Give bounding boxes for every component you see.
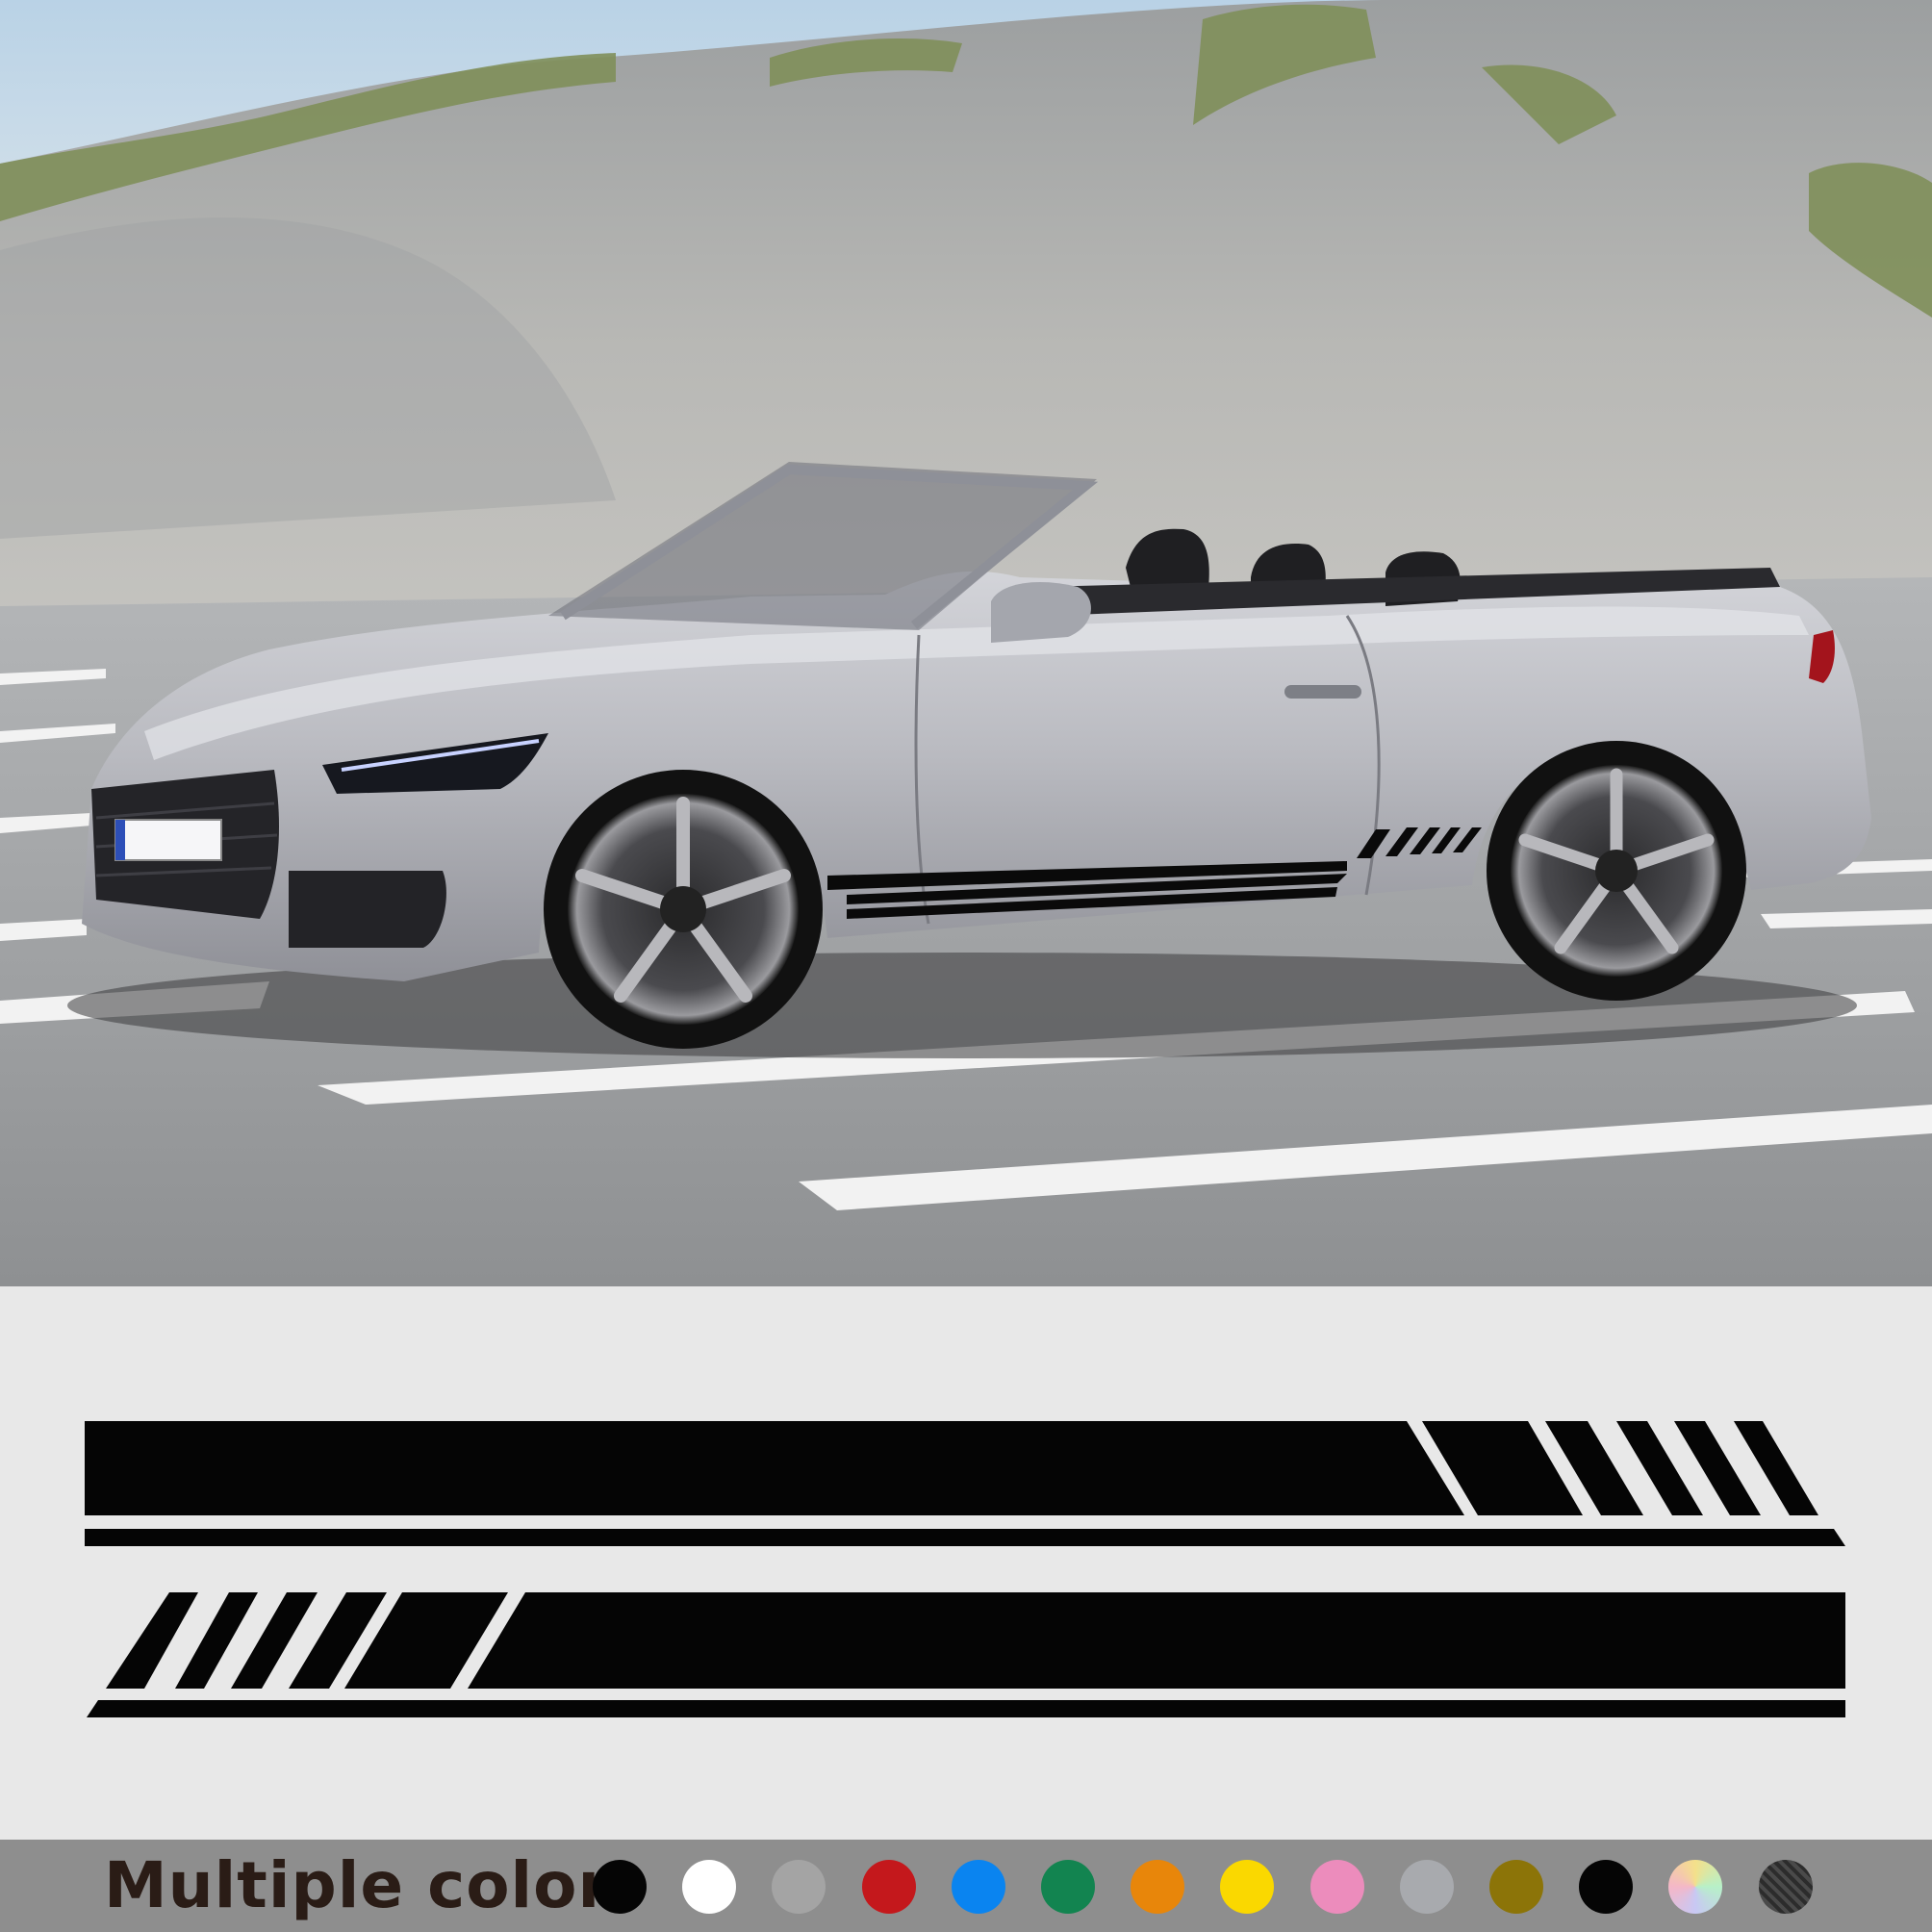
- stripe-decal-right: [85, 1421, 1845, 1546]
- color-swatch-holographic[interactable]: [1668, 1860, 1723, 1914]
- color-swatch-orange[interactable]: [1131, 1860, 1185, 1914]
- color-swatch-white[interactable]: [682, 1860, 737, 1914]
- color-swatch-blue[interactable]: [951, 1860, 1005, 1914]
- decal-bar-main: [468, 1592, 1845, 1689]
- color-swatch-pink[interactable]: [1309, 1860, 1364, 1914]
- color-swatch-yellow[interactable]: [1220, 1860, 1275, 1914]
- stripe-decal-illustration: [85, 1421, 1845, 1717]
- color-swatch-green[interactable]: [1041, 1860, 1095, 1914]
- car-photo-illustration: [0, 0, 1932, 1286]
- color-swatch-carbon-fiber[interactable]: [1758, 1860, 1813, 1914]
- color-options-bar: Multiple color: [0, 1840, 1932, 1932]
- decal-underline: [87, 1700, 1845, 1717]
- color-swatch-red[interactable]: [861, 1860, 916, 1914]
- product-photo: [0, 0, 1932, 1286]
- color-swatch-black-gloss[interactable]: [1579, 1860, 1634, 1914]
- color-swatch-silver[interactable]: [1399, 1860, 1454, 1914]
- multiple-color-label: Multiple color: [104, 1848, 611, 1922]
- decal-illustration-panel: [0, 1286, 1932, 1840]
- color-swatch-grey[interactable]: [772, 1860, 826, 1914]
- stripe-decal-left: [87, 1592, 1845, 1717]
- color-swatch-gold[interactable]: [1489, 1860, 1543, 1914]
- decal-bar-main: [85, 1421, 1464, 1515]
- decal-underline: [85, 1529, 1845, 1546]
- color-swatch-black[interactable]: [593, 1860, 647, 1914]
